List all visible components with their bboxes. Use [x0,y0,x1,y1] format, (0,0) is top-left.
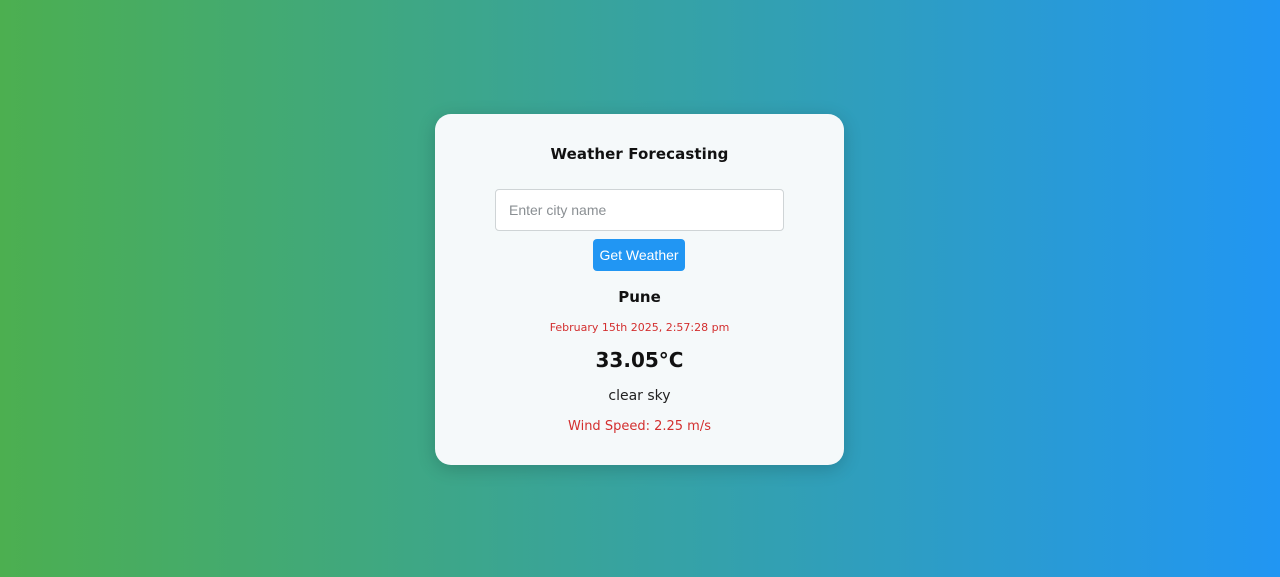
app-title: Weather Forecasting [550,145,729,163]
get-weather-button[interactable]: Get Weather [593,239,685,271]
weather-description: clear sky [608,388,671,404]
wind-speed: Wind Speed: 2.25 m/s [568,419,711,434]
weather-card: Weather Forecasting Get Weather Pune Feb… [435,114,844,465]
city-search-input[interactable] [495,189,784,231]
city-name: Pune [618,288,661,306]
date-time: February 15th 2025, 2:57:28 pm [549,321,730,334]
temperature: 33.05°C [595,348,684,372]
